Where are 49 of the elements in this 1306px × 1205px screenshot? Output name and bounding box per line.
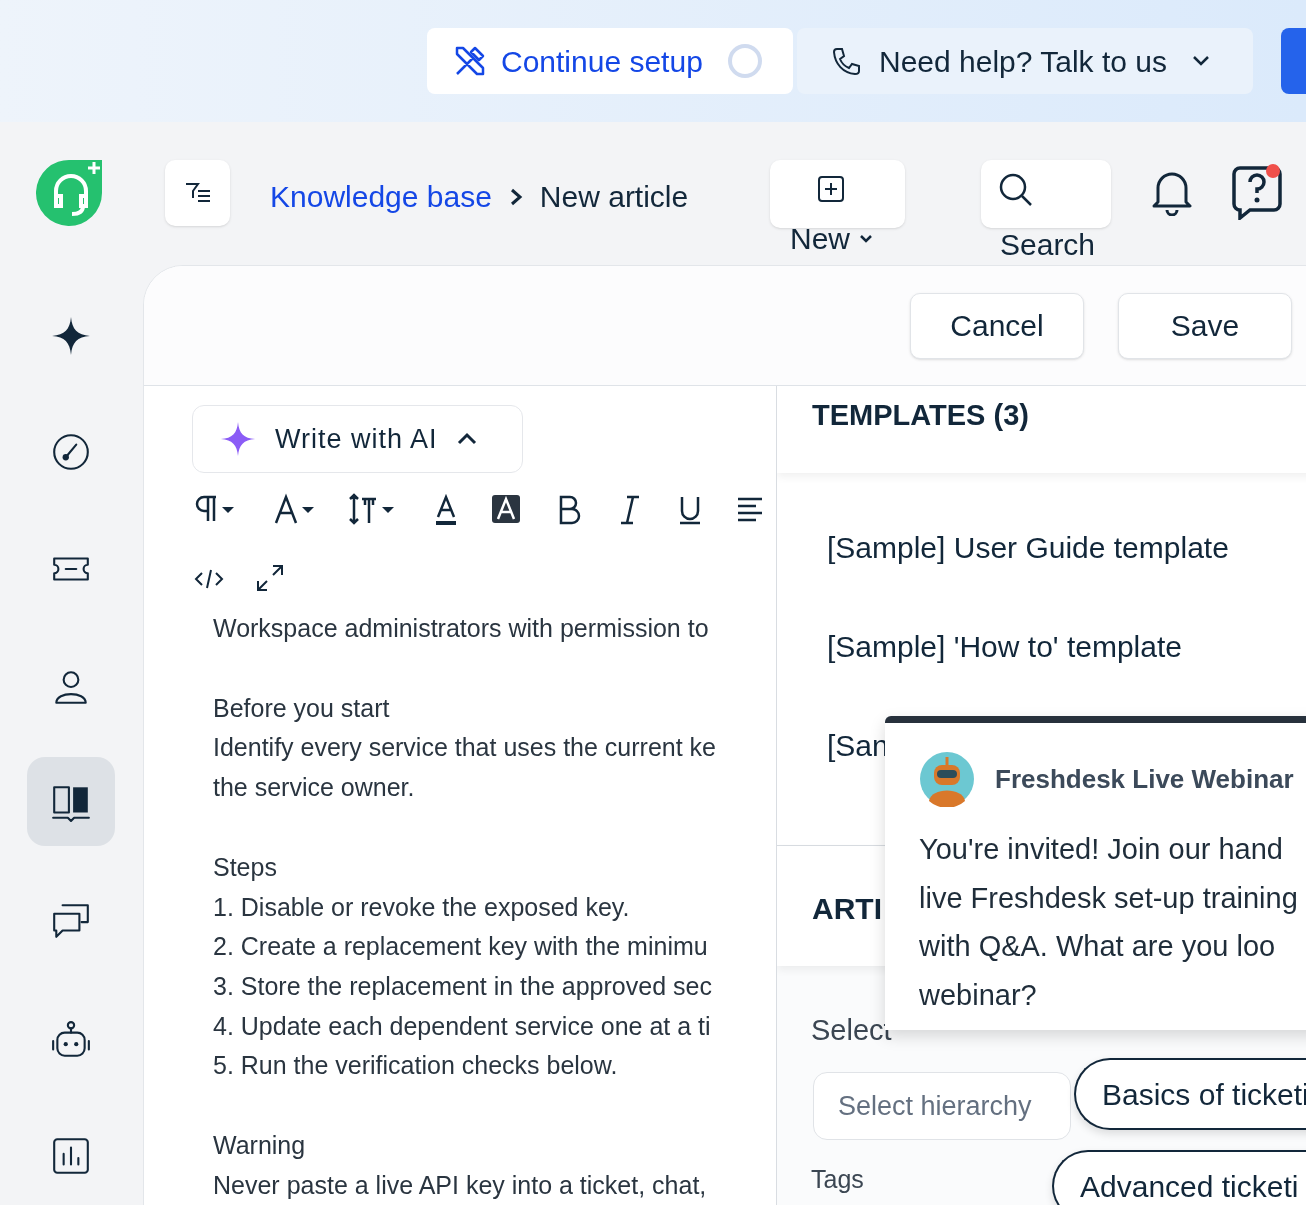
code-view-icon[interactable]: [194, 567, 224, 591]
editor-text-line: 5. Run the verification checks below.: [213, 1050, 619, 1082]
editor-text-line: Before you start: [213, 692, 391, 724]
field-label: Tags: [811, 1164, 864, 1194]
filter-list-icon: [183, 181, 212, 205]
editor-text-line: the service owner.: [213, 772, 416, 804]
templates-heading: TEMPLATES (3): [812, 399, 1029, 431]
popup-text-line: with Q&A. What are you loo: [919, 929, 1277, 964]
suggestion-chip[interactable]: Basics of ticketi: [1074, 1058, 1306, 1130]
breadcrumb-current: New article: [539, 179, 689, 215]
chevron-down-icon: [858, 232, 874, 245]
line-height-icon[interactable]: [348, 491, 396, 527]
popup-text-line: You're invited! Join our hand: [919, 832, 1284, 867]
progress-ring-icon: [726, 43, 763, 79]
editor-text-line: Steps: [213, 851, 278, 883]
popup-text-line: webinar?: [919, 977, 1038, 1013]
expand-icon[interactable]: [255, 563, 285, 593]
action-button[interactable]: Cancel: [910, 292, 1084, 359]
chevron-down-icon: [1191, 54, 1211, 68]
editor-text-line: 3. Store the replacement in the approved sec: [213, 970, 713, 1002]
robot-avatar-icon: [919, 751, 975, 807]
hierarchy-field[interactable]: Select hierarchy: [813, 1072, 1071, 1140]
template-link[interactable]: [Sample] 'How to' template: [827, 628, 1182, 665]
editor-text-line: Workspace administrators with permission to: [213, 613, 710, 644]
action-button[interactable]: Save: [1118, 292, 1292, 359]
editor-text-line: 2. Create a replacement key with the minimu: [213, 931, 709, 963]
editor-text-line: 1. Disable or revoke the exposed key.: [213, 891, 631, 923]
template-link[interactable]: [Sample] User Guide template: [827, 529, 1229, 566]
breadcrumb-link[interactable]: Knowledge base: [270, 174, 492, 219]
editor-text-line: Never paste a live API key into a ticket, chat,: [213, 1169, 708, 1201]
suggestion-chip[interactable]: Advanced ticketi: [1052, 1150, 1306, 1205]
tools-icon: [453, 44, 487, 78]
write-with-ai-button[interactable]: Write with AI: [192, 405, 523, 473]
popup-title: Freshdesk Live Webinar: [995, 762, 1294, 796]
article-section-heading: ARTI: [812, 892, 882, 925]
add-icon: [817, 175, 845, 203]
filter-button[interactable]: [165, 160, 230, 226]
editor-text-line: Warning: [213, 1130, 307, 1162]
sidebar-item[interactable]: [27, 757, 115, 846]
popup-text-line: live Freshdesk set-up training: [919, 880, 1299, 916]
chevron-up-icon: [455, 432, 478, 446]
editor-text-line: Identify every service that uses the current ke: [213, 732, 716, 764]
phone-icon: [831, 46, 861, 76]
search-icon: [998, 172, 1034, 208]
search-button[interactable]: Search: [1000, 222, 1096, 267]
editor-text-line: 4. Update each dependent service one at a ti: [213, 1010, 712, 1042]
new-button[interactable]: New: [790, 216, 874, 261]
continue-setup-button[interactable]: Continue setup: [427, 28, 793, 94]
help-contact-button[interactable]: Need help? Talk to us: [797, 28, 1253, 94]
